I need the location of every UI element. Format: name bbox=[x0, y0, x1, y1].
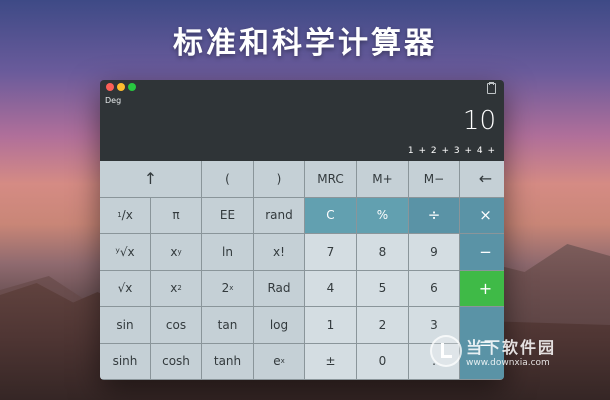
ee-button[interactable]: EE bbox=[202, 197, 253, 233]
reciprocal-button[interactable]: 1/x bbox=[100, 197, 150, 233]
tan-button[interactable]: tan bbox=[202, 307, 253, 343]
x-squared-button[interactable]: x2 bbox=[151, 270, 201, 306]
watermark-logo-icon bbox=[430, 335, 462, 367]
title-bar[interactable] bbox=[100, 80, 504, 94]
digit-7-button[interactable]: 7 bbox=[305, 234, 356, 270]
minimize-light-icon[interactable] bbox=[117, 83, 125, 91]
memory-subtract-button[interactable]: M− bbox=[409, 161, 459, 197]
percent-button[interactable]: % bbox=[357, 197, 408, 233]
digit-1-button[interactable]: 1 bbox=[305, 307, 356, 343]
clear-button[interactable]: C bbox=[305, 197, 356, 233]
tanh-button[interactable]: tanh bbox=[202, 343, 253, 379]
shift-button[interactable]: ↑ bbox=[100, 161, 201, 197]
digit-0-button[interactable]: 0 bbox=[357, 343, 408, 379]
clipboard-icon[interactable] bbox=[487, 82, 496, 94]
sinh-button[interactable]: sinh bbox=[100, 343, 150, 379]
watermark-name: 当下软件园 bbox=[466, 338, 557, 357]
digit-4-button[interactable]: 4 bbox=[305, 270, 356, 306]
digit-5-button[interactable]: 5 bbox=[357, 270, 408, 306]
factorial-button[interactable]: x! bbox=[254, 234, 304, 270]
digit-6-button[interactable]: 6 bbox=[409, 270, 459, 306]
zoom-light-icon[interactable] bbox=[128, 83, 136, 91]
watermark-url: www.downxia.com bbox=[466, 358, 550, 368]
expression-display: 1 + 2 + 3 + 4 + bbox=[407, 146, 496, 156]
plus-button[interactable]: + bbox=[460, 270, 504, 306]
memory-recall-clear-button[interactable]: MRC bbox=[305, 161, 356, 197]
digit-8-button[interactable]: 8 bbox=[357, 234, 408, 270]
right-paren-button[interactable]: ) bbox=[254, 161, 304, 197]
sin-button[interactable]: sin bbox=[100, 307, 150, 343]
divide-button[interactable]: ÷ bbox=[409, 197, 459, 233]
rad-button[interactable]: Rad bbox=[254, 270, 304, 306]
backspace-button[interactable]: ← bbox=[460, 161, 504, 197]
square-root-button[interactable]: √x bbox=[100, 270, 150, 306]
rand-button[interactable]: rand bbox=[254, 197, 304, 233]
headline: 标准和科学计算器 bbox=[173, 26, 437, 61]
angle-mode-label: Deg bbox=[105, 96, 122, 105]
watermark: 当下软件园 www.downxia.com bbox=[430, 334, 556, 368]
multiply-button[interactable]: × bbox=[460, 197, 504, 233]
e-power-x-button[interactable]: ex bbox=[254, 343, 304, 379]
result-display: 10 bbox=[462, 106, 496, 136]
memory-add-button[interactable]: M+ bbox=[357, 161, 408, 197]
plus-minus-button[interactable]: ± bbox=[305, 343, 356, 379]
left-paren-button[interactable]: ( bbox=[202, 161, 253, 197]
cosh-button[interactable]: cosh bbox=[151, 343, 201, 379]
y-root-x-button[interactable]: ʸ√x bbox=[100, 234, 150, 270]
cos-button[interactable]: cos bbox=[151, 307, 201, 343]
minus-button[interactable]: − bbox=[460, 234, 504, 270]
digit-9-button[interactable]: 9 bbox=[409, 234, 459, 270]
digit-2-button[interactable]: 2 bbox=[357, 307, 408, 343]
log-button[interactable]: log bbox=[254, 307, 304, 343]
pi-button[interactable]: π bbox=[151, 197, 201, 233]
x-power-y-button[interactable]: xy bbox=[151, 234, 201, 270]
two-power-x-button[interactable]: 2x bbox=[202, 270, 253, 306]
ln-button[interactable]: ln bbox=[202, 234, 253, 270]
close-light-icon[interactable] bbox=[106, 83, 114, 91]
